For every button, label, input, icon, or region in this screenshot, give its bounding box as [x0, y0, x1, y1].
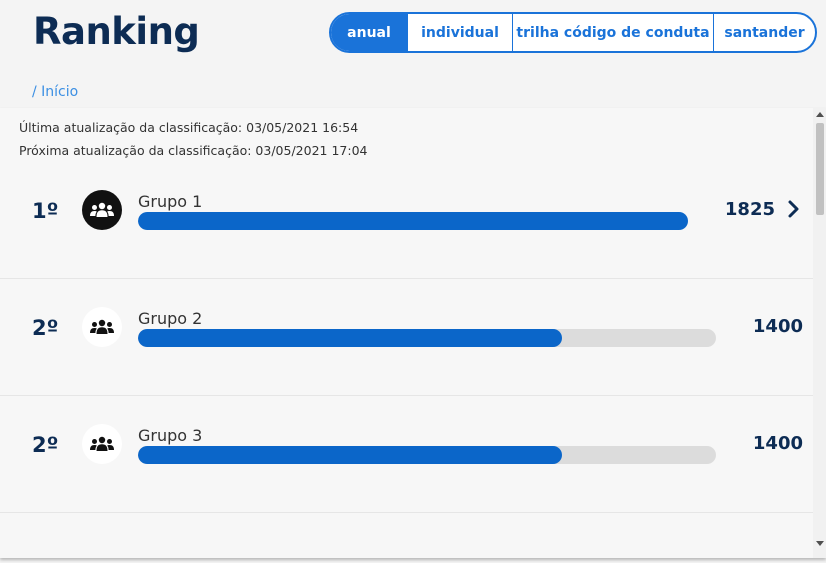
ranking-row[interactable]: 1º Grupo 1 1825 — [0, 161, 813, 279]
score-progress-bar — [138, 212, 716, 230]
score-progress-bar — [138, 329, 716, 347]
score-progress-fill — [138, 329, 562, 347]
score-value: 1400 — [752, 433, 803, 454]
last-update-text: Última atualização da classificação: 03/… — [19, 120, 359, 135]
rank-position: 2º — [32, 433, 59, 457]
tab-anual[interactable]: anual — [331, 14, 407, 51]
group-name: Grupo 3 — [138, 426, 203, 445]
tab-santander[interactable]: santander — [713, 14, 815, 51]
score-progress-bar — [138, 446, 716, 464]
score-value: 1825 — [724, 199, 775, 220]
score-progress-fill — [138, 446, 562, 464]
ranking-panel: Última atualização da classificação: 03/… — [0, 108, 826, 558]
group-icon — [82, 424, 122, 464]
tab-individual[interactable]: individual — [407, 14, 512, 51]
scrollbar[interactable] — [813, 108, 826, 558]
page-title: Ranking — [33, 10, 200, 53]
scroll-down-arrow-icon[interactable] — [816, 541, 824, 546]
ranking-row[interactable]: 2º Grupo 3 1400 — [0, 395, 813, 513]
rank-position: 1º — [32, 199, 59, 223]
group-icon — [82, 307, 122, 347]
group-name: Grupo 1 — [138, 192, 203, 211]
next-update-text: Próxima atualização da classificação: 03… — [19, 143, 368, 158]
group-name: Grupo 2 — [138, 309, 203, 328]
score-value: 1400 — [752, 316, 803, 337]
ranking-row[interactable]: 2º Grupo 2 1400 — [0, 278, 813, 396]
scroll-up-arrow-icon[interactable] — [816, 112, 824, 117]
score-progress-fill — [138, 212, 688, 230]
scrollbar-thumb[interactable] — [816, 123, 824, 215]
group-icon — [82, 190, 122, 230]
breadcrumb-home-link[interactable]: / Início — [32, 84, 78, 100]
period-tabs: anual individual trilha código de condut… — [329, 12, 817, 53]
rank-position: 2º — [32, 316, 59, 340]
chevron-right-icon[interactable] — [785, 198, 803, 220]
tab-trilha-codigo-de-conduta[interactable]: trilha código de conduta — [512, 14, 713, 51]
